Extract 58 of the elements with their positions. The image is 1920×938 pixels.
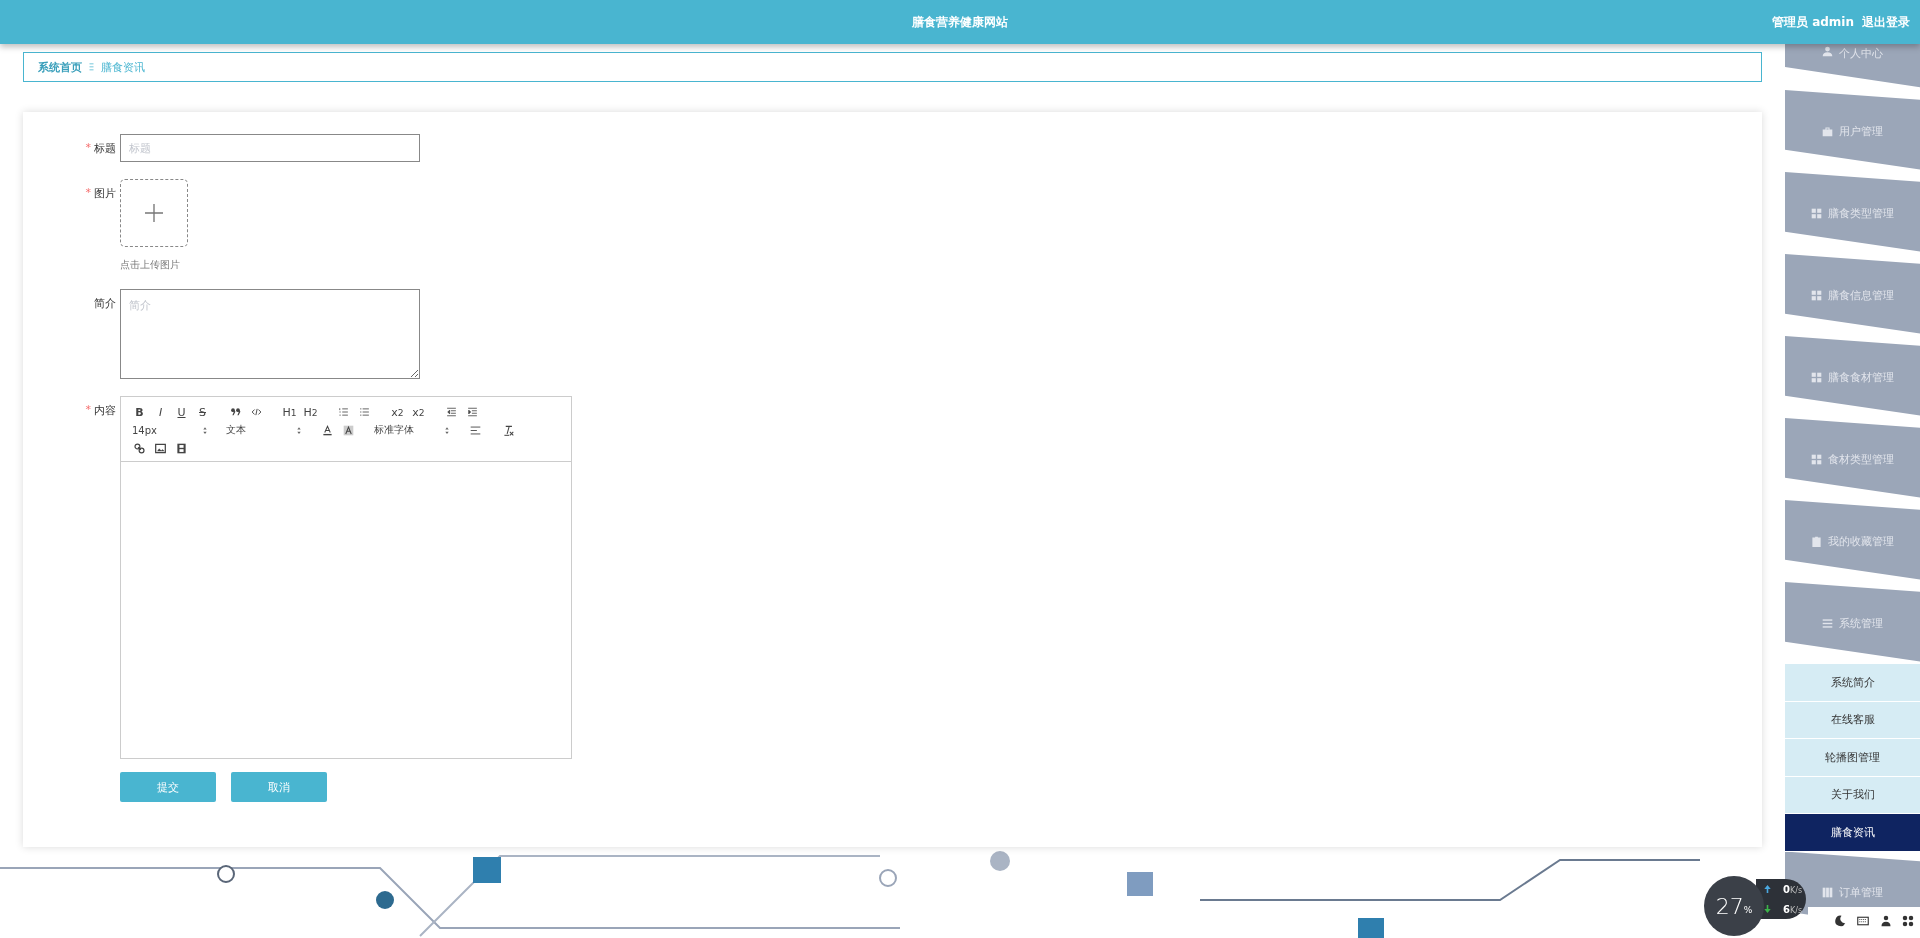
clipboard-icon (1811, 535, 1822, 547)
submenu-item[interactable]: 在线客服 (1785, 701, 1920, 739)
user-icon (1822, 46, 1833, 57)
plus-icon (145, 204, 163, 222)
download-speed: 6K/s (1783, 903, 1803, 915)
submenu-item[interactable]: 膳食资讯 (1785, 814, 1920, 852)
moon-icon (1834, 915, 1846, 927)
underline-button[interactable]: U (171, 403, 192, 421)
field-label: 简介 (94, 296, 116, 311)
updown-icon (444, 425, 450, 435)
required-mark: * (85, 186, 91, 201)
grid-icon (1811, 207, 1822, 219)
image-icon (155, 442, 166, 454)
submenu-item[interactable]: 关于我们 (1785, 776, 1920, 814)
field-label: 图片 (94, 186, 116, 201)
submenu-item[interactable]: 轮播图管理 (1785, 739, 1920, 777)
upload-speed: 0K/s (1783, 883, 1803, 895)
user-name: 管理员 admin (1771, 14, 1854, 31)
briefcase-icon (1822, 125, 1833, 137)
italic-button[interactable]: I (150, 403, 171, 421)
required-mark: * (85, 403, 91, 418)
film-icon (176, 442, 187, 454)
ordered-list-icon (338, 407, 349, 417)
strikethrough-button[interactable]: S (192, 403, 213, 421)
download-arrow-icon (1764, 905, 1771, 913)
field-label: 标题 (94, 141, 116, 156)
grid-icon (1811, 371, 1822, 383)
keyboard-icon (1856, 915, 1870, 927)
updown-icon (296, 425, 302, 435)
menu-icon (1822, 617, 1833, 629)
person-icon (1880, 915, 1892, 927)
link-icon (134, 442, 145, 454)
submenu-item[interactable]: 系统简介 (1785, 664, 1920, 702)
site-title: 膳食营养健康网站 (912, 13, 1008, 31)
updown-icon (202, 425, 208, 435)
text-color-icon (322, 424, 333, 436)
highlight-icon (343, 424, 354, 436)
code-icon (251, 407, 262, 417)
clear-format-icon (503, 424, 514, 436)
dropdown-picker[interactable]: 文本 (223, 421, 305, 439)
grid-icon (1902, 915, 1914, 927)
upload-arrow-icon (1764, 885, 1771, 893)
bullet-list-icon (359, 407, 370, 417)
grid-icon (1811, 453, 1822, 465)
indent-icon (467, 407, 478, 417)
upload-hint: 点击上传图片 (120, 258, 181, 272)
dropdown-picker[interactable]: 14px (129, 421, 211, 439)
table-icon (1822, 887, 1833, 898)
grid-icon (1811, 289, 1822, 301)
field-label: 内容 (94, 403, 116, 418)
quote-icon (230, 407, 241, 417)
bold-button[interactable]: B (129, 403, 150, 421)
image-upload-button[interactable] (120, 179, 188, 247)
dropdown-picker[interactable]: 标准字体 (371, 421, 453, 439)
usage-meter: 27% (1704, 876, 1764, 936)
align-icon (470, 424, 481, 436)
required-mark: * (85, 141, 91, 156)
outdent-icon (446, 407, 457, 417)
